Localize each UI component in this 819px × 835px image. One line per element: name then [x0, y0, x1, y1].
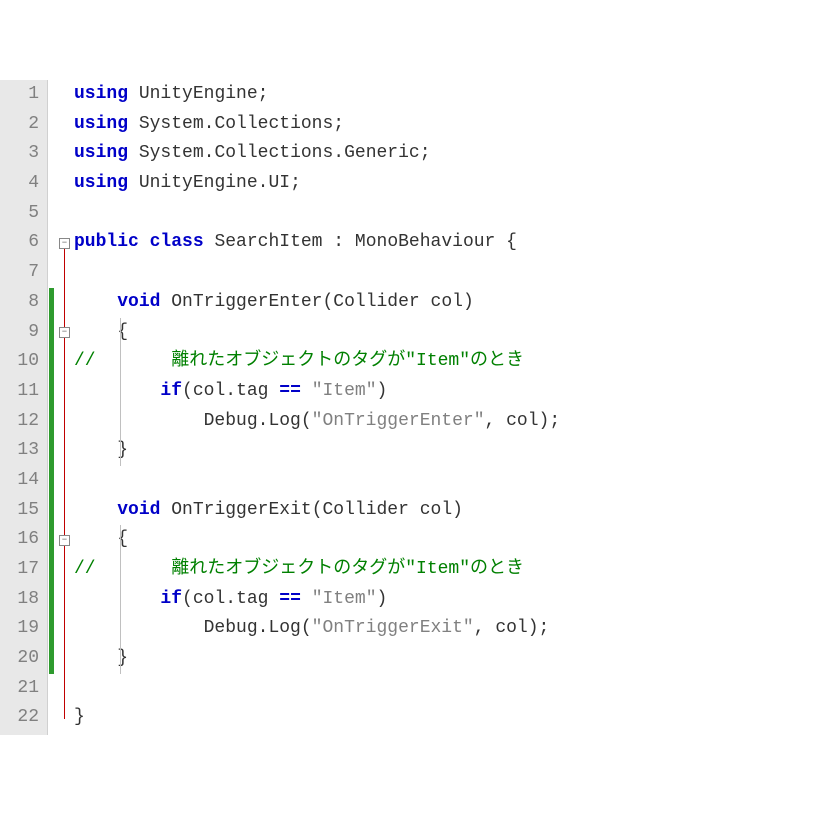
line-number: 5: [0, 199, 39, 229]
code-line[interactable]: }: [74, 703, 819, 733]
line-number: 19: [0, 614, 39, 644]
code-line[interactable]: Debug.Log("OnTriggerEnter", col);: [74, 407, 819, 437]
code-line[interactable]: public class SearchItem : MonoBehaviour …: [74, 228, 819, 258]
line-number: 2: [0, 110, 39, 140]
indent-guide: [120, 525, 121, 555]
line-number: 22: [0, 703, 39, 733]
indent-guide: [120, 555, 121, 585]
line-number: 8: [0, 288, 39, 318]
code-line[interactable]: [74, 199, 819, 229]
code-line[interactable]: void OnTriggerExit(Collider col): [74, 496, 819, 526]
fold-toggle[interactable]: −: [59, 238, 70, 249]
line-number: 11: [0, 377, 39, 407]
line-number: 17: [0, 555, 39, 585]
code-text: public class SearchItem : MonoBehaviour …: [74, 232, 517, 252]
line-number: 18: [0, 585, 39, 615]
indent-guide: [120, 347, 121, 377]
code-text: using UnityEngine;: [74, 84, 268, 104]
line-number-gutter: 12345678910111213141516171819202122: [0, 80, 48, 735]
code-line[interactable]: using UnityEngine.UI;: [74, 169, 819, 199]
code-text: void OnTriggerExit(Collider col): [74, 500, 463, 520]
code-text: }: [74, 707, 85, 727]
code-line[interactable]: }: [74, 436, 819, 466]
indent-guide: [120, 614, 121, 644]
code-text: // 離れたオブジェクトのタグが"Item"のとき: [74, 351, 524, 371]
line-number: 4: [0, 169, 39, 199]
code-line[interactable]: using System.Collections.Generic;: [74, 139, 819, 169]
code-line[interactable]: {: [74, 318, 819, 348]
indent-guide: [120, 585, 121, 615]
code-line[interactable]: void OnTriggerEnter(Collider col): [74, 288, 819, 318]
code-line[interactable]: if(col.tag == "Item"): [74, 377, 819, 407]
code-area[interactable]: using UnityEngine; using System.Collectio…: [74, 80, 819, 735]
fold-column: − − −: [56, 80, 74, 735]
line-number: 20: [0, 644, 39, 674]
indent-guide: [120, 436, 121, 466]
code-text: using System.Collections;: [74, 114, 344, 134]
code-text: Debug.Log("OnTriggerEnter", col);: [74, 411, 560, 431]
change-marker-column: [48, 80, 56, 735]
code-editor: 12345678910111213141516171819202122 −−− …: [0, 80, 819, 735]
fold-toggle[interactable]: −: [59, 327, 70, 338]
code-line[interactable]: using System.Collections;: [74, 110, 819, 140]
code-line[interactable]: {: [74, 525, 819, 555]
line-number: 7: [0, 258, 39, 288]
line-number: 6: [0, 228, 39, 258]
line-number: 15: [0, 496, 39, 526]
line-number: 3: [0, 139, 39, 169]
code-text: void OnTriggerEnter(Collider col): [74, 292, 474, 312]
change-bar: [49, 288, 54, 674]
fold-tree-line: [64, 243, 65, 718]
code-line[interactable]: // 離れたオブジェクトのタグが"Item"のとき: [74, 347, 819, 377]
fold-toggle[interactable]: −: [59, 535, 70, 546]
line-number: 1: [0, 80, 39, 110]
code-line[interactable]: }: [74, 644, 819, 674]
indent-guide: [120, 318, 121, 348]
indent-guide: [120, 407, 121, 437]
line-number: 14: [0, 466, 39, 496]
code-line[interactable]: Debug.Log("OnTriggerExit", col);: [74, 614, 819, 644]
line-number: 10: [0, 347, 39, 377]
code-line[interactable]: [74, 258, 819, 288]
line-number: 13: [0, 436, 39, 466]
code-text: // 離れたオブジェクトのタグが"Item"のとき: [74, 559, 524, 579]
code-line[interactable]: [74, 674, 819, 704]
code-text: using System.Collections.Generic;: [74, 143, 431, 163]
code-text: using UnityEngine.UI;: [74, 173, 301, 193]
line-number: 21: [0, 674, 39, 704]
line-number: 9: [0, 318, 39, 348]
indent-guide: [120, 644, 121, 674]
code-text: Debug.Log("OnTriggerExit", col);: [74, 618, 549, 638]
code-line[interactable]: // 離れたオブジェクトのタグが"Item"のとき: [74, 555, 819, 585]
code-line[interactable]: if(col.tag == "Item"): [74, 585, 819, 615]
line-number: 12: [0, 407, 39, 437]
indent-guide: [120, 377, 121, 407]
line-number: 16: [0, 525, 39, 555]
code-line[interactable]: [74, 466, 819, 496]
code-line[interactable]: using UnityEngine;: [74, 80, 819, 110]
